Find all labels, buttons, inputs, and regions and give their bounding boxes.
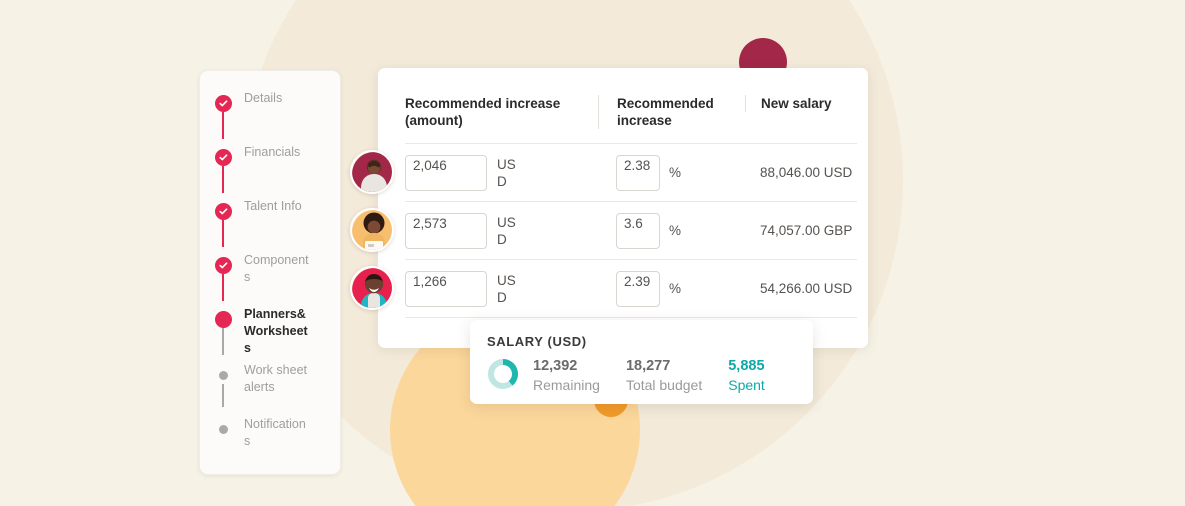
cell-recommended-percent: 3.6 % (598, 212, 745, 249)
step-marker (214, 193, 232, 247)
sidebar-item-label: Details (244, 91, 283, 105)
avatar-employee-1[interactable] (350, 150, 394, 194)
stat-label: Total budget (625, 377, 703, 393)
table-row: 2,046 USD 2.38 % 88,046.00 USD (405, 144, 868, 201)
step-connector (222, 328, 224, 355)
row-divider (405, 317, 857, 318)
cell-recommended-percent: 2.39 % (598, 270, 745, 307)
step-marker (214, 247, 232, 301)
avatar-employee-3[interactable] (350, 266, 394, 310)
step-marker (214, 139, 232, 193)
stat-value: 5,885 (728, 358, 765, 374)
check-icon (214, 95, 232, 112)
step-connector (222, 112, 224, 139)
percent-symbol: % (669, 165, 682, 180)
recommended-percent-input[interactable]: 3.6 (616, 212, 660, 249)
cell-recommended-amount: 2,046 USD (405, 154, 598, 191)
column-header-new-salary: New salary (745, 95, 855, 112)
cell-new-salary: 88,046.00 USD (745, 164, 863, 181)
avatar-employee-2[interactable] (350, 208, 394, 252)
percent-symbol: % (669, 281, 682, 296)
column-header-recommended-increase-amount: Recommended increase (amount) (405, 96, 561, 128)
recommended-amount-input[interactable]: 2,046 (405, 154, 487, 191)
step-connector (222, 274, 224, 301)
stat-label: Remaining (533, 377, 600, 393)
sidebar-item-components[interactable]: Components (200, 247, 340, 301)
salary-summary-card: SALARY (USD) 12,392 Remaining 18,277 Tot… (470, 320, 813, 404)
table-header-row: Recommended increase (amount) Recommende… (405, 95, 868, 143)
stat-remaining: 12,392 Remaining (533, 357, 600, 395)
cell-recommended-amount: 1,266 USD (405, 270, 598, 307)
stepper-sidebar: Details Financials Talent Info Component… (199, 70, 341, 475)
new-salary-value: 54,266.00 USD (760, 281, 853, 296)
step-marker (214, 357, 232, 407)
sidebar-item-label: Components (244, 253, 309, 284)
stat-value: 18,277 (625, 358, 671, 374)
check-icon (214, 149, 232, 166)
check-icon (214, 257, 232, 274)
pending-step-dot-icon (218, 425, 228, 434)
step-connector (222, 166, 224, 193)
currency-label: USD (497, 272, 516, 305)
sidebar-item-details[interactable]: Details (200, 85, 340, 139)
sidebar-item-label: Financials (244, 145, 301, 159)
step-marker (214, 85, 232, 139)
recommendation-table-card: Recommended increase (amount) Recommende… (378, 68, 868, 348)
sidebar-item-financials[interactable]: Financials (200, 139, 340, 193)
currency-label: USD (497, 156, 516, 189)
stat-label: Spent (728, 377, 765, 393)
cell-new-salary: 74,057.00 GBP (745, 222, 863, 239)
stat-total-budget: 18,277 Total budget (626, 357, 702, 395)
stat-value: 12,392 (533, 358, 578, 374)
salary-donut-chart-icon (487, 358, 519, 395)
sidebar-item-talent-info[interactable]: Talent Info (200, 193, 340, 247)
recommended-amount-input[interactable]: 2,573 (405, 212, 487, 249)
percent-symbol: % (669, 223, 682, 238)
recommended-percent-input[interactable]: 2.38 (616, 154, 660, 191)
step-marker (214, 301, 232, 355)
sidebar-item-label: Notifications (244, 417, 306, 448)
check-icon (214, 203, 232, 220)
recommended-amount-input[interactable]: 1,266 (405, 270, 487, 307)
step-marker (214, 411, 232, 434)
pending-step-dot-icon (218, 371, 228, 380)
step-connector (222, 384, 224, 407)
salary-card-title: SALARY (USD) (487, 334, 587, 349)
sidebar-item-planners-worksheets[interactable]: Planners&Worksheets (200, 301, 340, 357)
currency-label: USD (497, 214, 516, 247)
table-row: 2,573 USD 3.6 % 74,057.00 GBP (405, 202, 868, 259)
cell-new-salary: 54,266.00 USD (745, 280, 863, 297)
column-header-recommended-increase-percent: Recommended increase (598, 95, 745, 129)
sidebar-item-work-sheet-alerts[interactable]: Work sheet alerts (200, 357, 340, 411)
step-connector (222, 220, 224, 247)
cell-recommended-amount: 2,573 USD (405, 212, 598, 249)
sidebar-item-label: Work sheet alerts (244, 363, 307, 394)
recommended-percent-input[interactable]: 2.39 (616, 270, 660, 307)
cell-recommended-percent: 2.38 % (598, 154, 745, 191)
sidebar-item-notifications[interactable]: Notifications (200, 411, 340, 465)
sidebar-item-label: Planners&Worksheets (244, 307, 308, 355)
new-salary-value: 88,046.00 USD (760, 165, 853, 180)
stat-spent: 5,885 Spent (728, 357, 765, 395)
table-row: 1,266 USD 2.39 % 54,266.00 USD (405, 260, 868, 317)
new-salary-value: 74,057.00 GBP (760, 223, 853, 238)
sidebar-item-label: Talent Info (244, 199, 302, 213)
active-step-dot-icon (214, 311, 232, 328)
